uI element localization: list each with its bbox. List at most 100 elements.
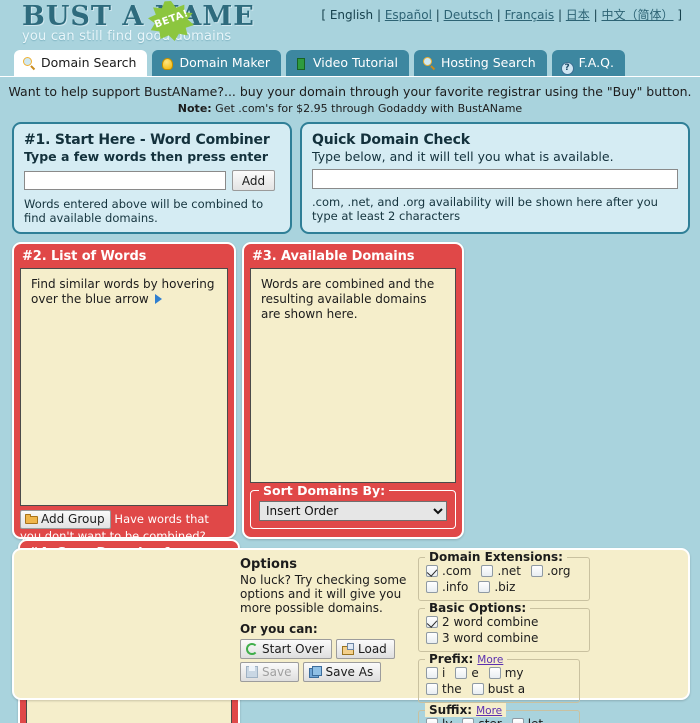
tab-label: Domain Search	[41, 55, 137, 70]
word-input[interactable]	[24, 171, 226, 190]
basic-options-rows: 2 word combine 3 word combine	[426, 615, 582, 645]
checkbox-row: .com .net .org	[426, 564, 582, 578]
prefix-checkbox-3[interactable]	[426, 683, 438, 695]
button-label: Load	[358, 642, 387, 656]
save-as-button[interactable]: Save As	[303, 662, 382, 682]
suffix-rows: ly ster let	[426, 717, 572, 723]
question-icon: ?	[560, 62, 574, 75]
extension-checkbox-4[interactable]	[478, 581, 491, 593]
blue-arrow-icon	[154, 294, 162, 304]
prefix-option-3[interactable]: the	[426, 682, 462, 696]
lang-link-3[interactable]: Français	[505, 8, 554, 22]
site-logo[interactable]: BUST A NAME you can still find good doma…	[22, 1, 255, 45]
film-icon	[294, 52, 309, 77]
prefix-checkbox-4[interactable]	[471, 683, 484, 695]
quickcheck-title: Quick Domain Check	[312, 132, 470, 148]
tab-label: Hosting Search	[440, 55, 536, 70]
lang-link-5[interactable]: 中文（简体）	[601, 8, 673, 22]
available-domains-panel: #3. Available Domains Words are combined…	[242, 242, 464, 539]
save-button: Save	[240, 662, 300, 682]
language-selector[interactable]: [ English | Español | Deutsch | Français…	[321, 6, 682, 23]
suffix-checkbox-0[interactable]	[426, 718, 438, 723]
suffix-fieldset: Suffix:More ly ster let	[418, 703, 580, 723]
start-over-button[interactable]: Start Over	[240, 639, 332, 659]
extension-label-4: .biz	[494, 580, 516, 594]
extension-checkbox-0[interactable]	[426, 565, 438, 577]
basic-option-option-0[interactable]: 2 word combine	[426, 615, 538, 629]
extension-option-0[interactable]: .com	[426, 564, 471, 578]
lang-separator: |	[554, 8, 566, 22]
prefix-checkbox-0[interactable]	[426, 667, 438, 679]
sort-domains-fieldset: Sort Domains By: Insert Order	[250, 483, 456, 529]
prefix-option-4[interactable]: bust a	[471, 682, 525, 696]
extension-checkbox-2[interactable]	[530, 565, 543, 577]
tab-video-tutorial[interactable]: Video Tutorial	[285, 50, 409, 77]
prefix-more-link[interactable]: More	[477, 654, 503, 666]
words-dropzone[interactable]: Find similar words by hovering over the …	[20, 268, 228, 506]
extension-option-1[interactable]: .net	[481, 564, 521, 578]
prefix-option-1[interactable]: e	[455, 666, 479, 680]
film-icon	[297, 58, 306, 70]
prefix-label-3: the	[442, 682, 462, 696]
tab-domain-maker[interactable]: Domain Maker	[152, 50, 281, 76]
checkbox-row: .info .biz	[426, 580, 582, 594]
magnifier-icon	[422, 52, 437, 77]
quick-check-input[interactable]	[312, 169, 678, 189]
add-group-button[interactable]: Add Group	[20, 510, 111, 529]
prefix-checkbox-2[interactable]	[488, 667, 501, 679]
lang-link-0[interactable]: English	[330, 8, 373, 22]
prefix-label-0: i	[442, 666, 446, 680]
extension-option-3[interactable]: .info	[426, 580, 468, 594]
load-button[interactable]: Load	[336, 639, 395, 659]
combiner-title: #1. Start Here - Word Combiner	[24, 132, 270, 148]
lang-separator: |	[492, 8, 505, 22]
combiner-subtitle: Type a few words then press enter	[24, 149, 269, 164]
logo-title: BUST A NAME	[22, 1, 255, 32]
lang-link-2[interactable]: Deutsch	[444, 8, 493, 22]
suffix-option-2[interactable]: let	[511, 717, 543, 723]
extension-label-3: .info	[442, 580, 469, 594]
prefix-legend-text: Prefix:	[429, 652, 474, 666]
basic-option-option-1[interactable]: 3 word combine	[426, 631, 538, 645]
prefix-option-2[interactable]: my	[488, 666, 524, 680]
logo-tagline: you can still find good domains	[22, 29, 232, 44]
action-buttons: Start Over Load Save Save As	[240, 639, 412, 685]
prefix-checkbox-1[interactable]	[455, 667, 468, 679]
promo-line-1: Want to help support BustAName?... buy y…	[8, 84, 692, 99]
available-domains-list[interactable]: Words are combined and the resulting ava…	[250, 268, 456, 483]
top-panels: #1. Start Here - Word Combiner Type a fe…	[12, 122, 690, 234]
tab-f-a-q[interactable]: ? F.A.Q.	[551, 50, 625, 76]
suffix-legend: Suffix: More	[425, 703, 507, 717]
prefix-label-1: e	[471, 666, 479, 680]
lang-bracket-close: ]	[673, 8, 682, 22]
extension-option-4[interactable]: .biz	[478, 580, 515, 594]
tab-hosting-search[interactable]: Hosting Search	[413, 50, 547, 77]
words-panel-title: #2. List of Words	[22, 249, 147, 264]
add-word-button[interactable]: Add	[231, 170, 276, 191]
extension-checkbox-1[interactable]	[481, 565, 494, 577]
prefix-option-0[interactable]: i	[426, 666, 445, 680]
suffix-legend-text: Suffix:	[429, 703, 473, 717]
suffix-checkbox-1[interactable]	[462, 718, 475, 723]
suffix-more-link[interactable]: More	[476, 705, 502, 717]
button-label: Start Over	[262, 642, 324, 656]
basic-option-label-1: 3 word combine	[442, 631, 539, 645]
beta-badge-icon: BETA!	[148, 1, 194, 41]
lang-link-4[interactable]: 日本	[566, 8, 590, 22]
or-you-can-label: Or you can:	[240, 622, 318, 636]
button-label: Save	[262, 665, 292, 679]
suffix-option-0[interactable]: ly	[426, 717, 452, 723]
suffix-checkbox-2[interactable]	[511, 718, 524, 723]
suffix-option-1[interactable]: ster	[462, 717, 502, 723]
sort-domains-select[interactable]: Insert Order	[259, 501, 447, 521]
prefix-label-2: my	[504, 666, 524, 680]
suffix-label-2: let	[528, 717, 543, 723]
tab-domain-search[interactable]: Domain Search	[14, 50, 148, 76]
lang-link-1[interactable]: Español	[385, 8, 432, 22]
lightbulb-icon	[160, 52, 175, 77]
basic-option-checkbox-0[interactable]	[426, 616, 438, 628]
extension-checkbox-3[interactable]	[426, 581, 438, 593]
folder-icon	[25, 514, 38, 524]
extension-option-2[interactable]: .org	[530, 564, 570, 578]
basic-option-checkbox-1[interactable]	[426, 632, 438, 644]
